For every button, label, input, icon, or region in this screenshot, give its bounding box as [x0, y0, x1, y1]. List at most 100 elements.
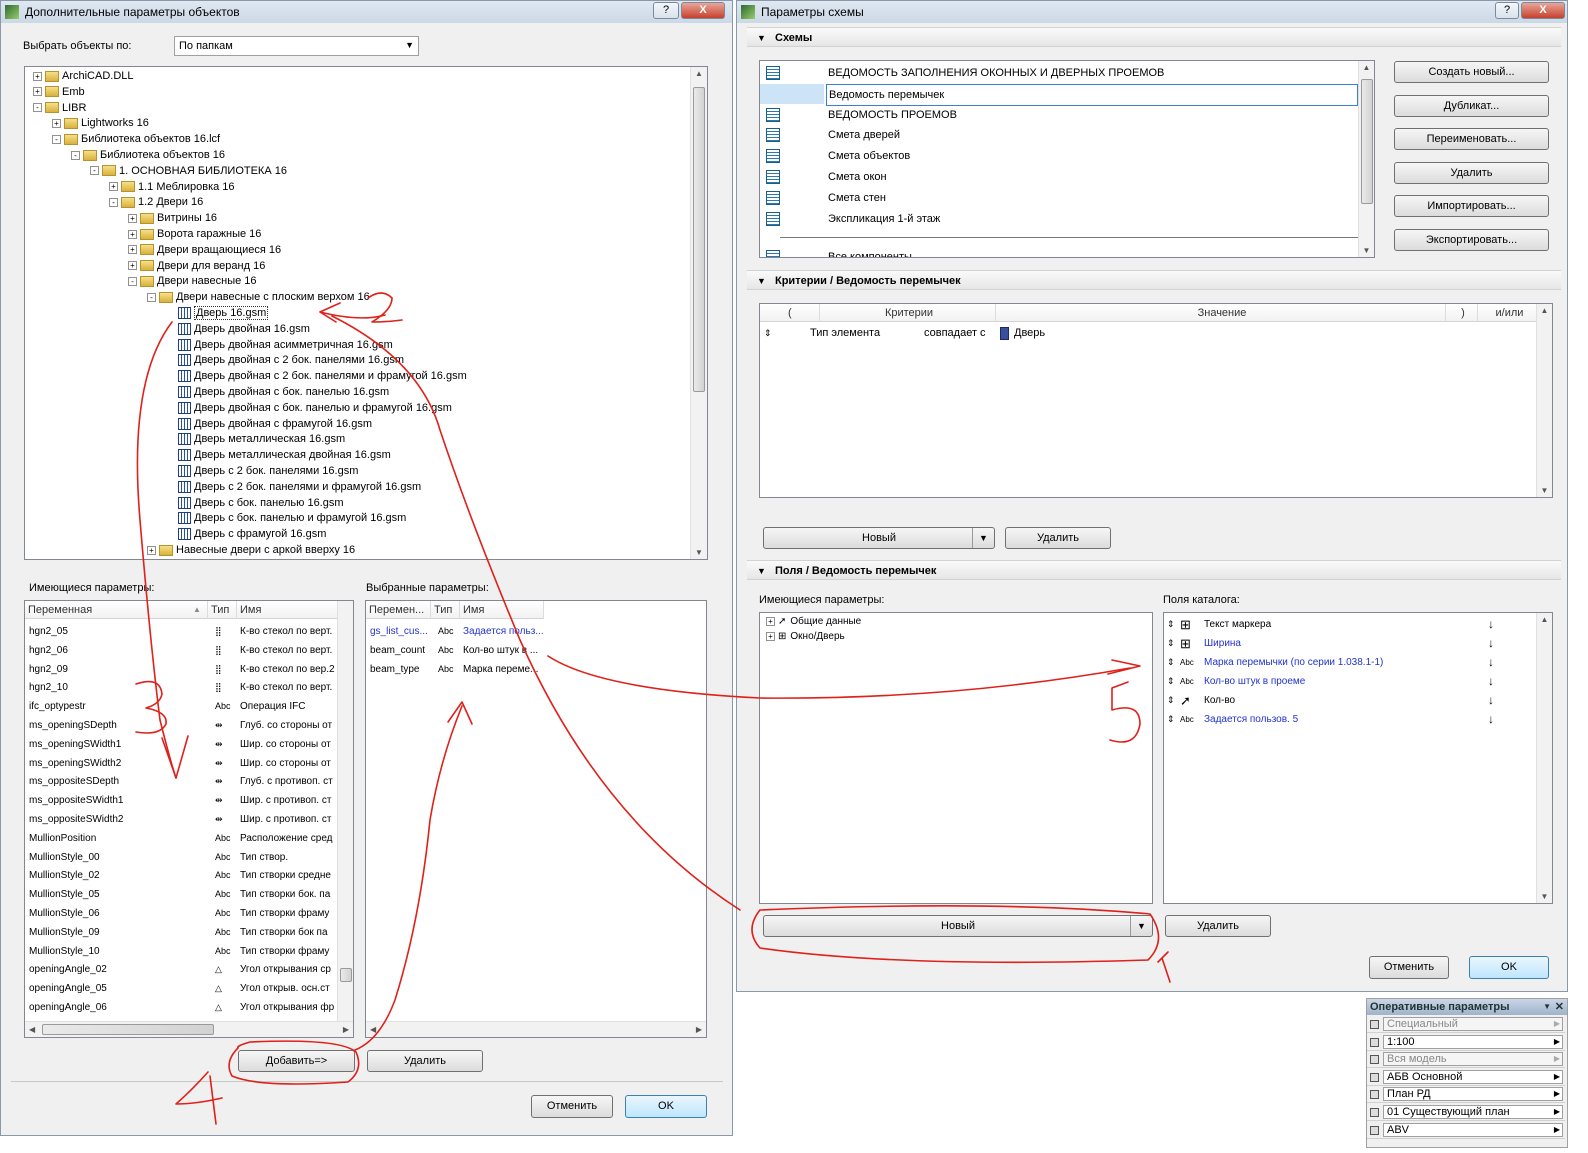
param-row[interactable]: MullionStyle_05 Abc Тип створки бок. па [25, 885, 338, 904]
catalog-fields-list[interactable]: ⇕ ⊞ Текст маркера ↓ ⇕ ⊞ Ширина ↓ ⇕ Abc Марка перем… [1163, 612, 1553, 904]
quick-option-field[interactable]: АБВ Основной ▶ [1383, 1069, 1563, 1084]
selected-param-row[interactable]: gs_list_cus... Abc Задается польз... [366, 622, 544, 641]
catalog-field-row[interactable]: ⇕ Abc Кол-во штук в проеме ↓ [1164, 672, 1536, 691]
duplicate-button[interactable]: Дубликат... [1394, 94, 1549, 117]
fields-tree-row[interactable]: + ➚ Общие данные [766, 614, 861, 629]
collapse-triangle-icon[interactable]: ▼ [757, 561, 766, 581]
selected-params-list[interactable]: Перемен... Тип Имя gs_list_cus... Abc Зада… [365, 600, 707, 1038]
scheme-row[interactable]: Ведомость перемычек [760, 83, 1358, 106]
param-row[interactable]: ms_openingSWidth2 ⇹ Шир. со стороны от [25, 754, 338, 773]
library-tree[interactable]: + ArchiCAD.DLL + Emb - LIBR + Lightworks 16- Биб… [24, 66, 708, 560]
tree-row[interactable]: Дверь с бок. панелью и фрамугой 16.gsm [166, 510, 406, 526]
scroll-down-icon[interactable]: ▼ [1359, 246, 1374, 255]
scheme-row[interactable]: Экспликация 1-й этаж [760, 209, 1358, 229]
col-type[interactable]: Тип [431, 601, 460, 619]
param-row[interactable]: hgn2_10 ⣿ К-во стекол по верт. [25, 678, 338, 697]
drag-handle-icon[interactable]: ⇕ [1167, 691, 1175, 710]
remove-selected-button[interactable]: Удалить [367, 1050, 483, 1072]
help-button[interactable]: ? [653, 2, 679, 19]
delete-scheme-button[interactable]: Удалить [1394, 161, 1549, 184]
tree-row[interactable]: +1.1 Меблировка 16 [109, 179, 235, 195]
quick-option-field[interactable]: 01 Существующий план ▶ [1383, 1105, 1563, 1119]
chevron-down-icon[interactable]: ▼ [972, 528, 994, 548]
sort-down-icon[interactable]: ↓ [1488, 710, 1494, 729]
schemes-scroll-thumb[interactable] [1361, 79, 1373, 204]
tree-scroll-thumb[interactable] [693, 87, 705, 392]
tree-row[interactable]: + Двери для веранд 16 [128, 258, 265, 274]
criteria-section-header[interactable]: ▼ Критерии / Ведомость перемычек [747, 270, 1561, 290]
fields-tree-row[interactable]: + ⊞ Окно/Дверь [766, 629, 845, 644]
quick-option-row[interactable]: Вся модель ▶ [1367, 1051, 1565, 1069]
expand-icon[interactable]: + [128, 229, 137, 239]
chevron-right-icon[interactable]: ▶ [1554, 1071, 1560, 1083]
chevron-right-icon[interactable]: ▶ [1554, 1036, 1560, 1048]
tree-row[interactable]: + Emb [33, 84, 85, 100]
param-row[interactable]: hgn2_09 ⣿ К-во стекол по вер.2 [25, 660, 338, 679]
help-button[interactable]: ? [1495, 2, 1519, 19]
tree-row[interactable]: Дверь двойная асимметричная 16.gsm [166, 337, 393, 353]
param-row[interactable]: ms_oppositeSWidth2 ⇹ Шир. с противоп. ст [25, 810, 338, 829]
scheme-row[interactable]: Смета окон [760, 167, 1358, 187]
tree-row[interactable]: Дверь двойная с бок. панелью 16.gsm [166, 384, 389, 400]
catalog-field-row[interactable]: ⇕ ⊞ Текст маркера ↓ [1164, 615, 1536, 634]
param-row[interactable]: ms_oppositeSDepth ⇹ Глуб. с противоп. ст [25, 772, 338, 791]
col-name[interactable]: Имя [460, 601, 544, 619]
expand-icon[interactable]: + [128, 245, 137, 255]
available-params-scrollbar[interactable] [337, 601, 353, 1021]
param-row[interactable]: openingAngle_02 △ Угол открывания ср [25, 960, 338, 979]
catalog-field-row[interactable]: ⇕ Abc Марка перемычки (по серии 1.038.1-1)… [1164, 653, 1536, 672]
collapse-icon[interactable]: - [109, 197, 118, 207]
collapse-icon[interactable]: - [147, 292, 156, 302]
chevron-right-icon[interactable]: ▶ [1554, 1106, 1560, 1118]
tree-row[interactable]: - Двери навесные с плоским верхом 16 [147, 289, 370, 305]
scroll-right-icon[interactable]: ▶ [696, 1025, 702, 1034]
criteria-new-button[interactable]: Новый ▼ [763, 527, 995, 549]
scroll-right-icon[interactable]: ▶ [343, 1025, 349, 1034]
catalog-field-row[interactable]: ⇕ Abc Задается пользов. 5 ↓ [1164, 710, 1536, 729]
expand-icon[interactable]: + [109, 182, 118, 192]
create-new-button[interactable]: Создать новый... [1394, 61, 1549, 83]
scroll-up-icon[interactable]: ▲ [691, 69, 707, 78]
tree-scrollbar[interactable]: ▲ ▼ [690, 67, 707, 559]
expand-icon[interactable]: + [33, 87, 42, 97]
param-row[interactable]: ifc_optypestr Abc Операция IFC [25, 697, 338, 716]
sort-down-icon[interactable]: ↓ [1488, 672, 1494, 691]
tree-row[interactable]: + Lightworks 16 [52, 115, 149, 131]
quick-option-row[interactable]: АБВ Основной ▶ [1367, 1069, 1565, 1086]
collapse-icon[interactable]: - [90, 166, 99, 176]
chevron-right-icon[interactable]: ▶ [1554, 1018, 1560, 1030]
tree-row[interactable]: - 1.2 Двери 16 [109, 194, 203, 210]
available-params-list[interactable]: Переменная ▲ Тип Имя hgn2_05 ⣿ К-во стекол… [24, 600, 354, 1038]
param-row[interactable]: openingAngle_05 △ Угол открыв. осн.ст [25, 979, 338, 998]
scheme-row[interactable]: ВЕДОМОСТЬ ЗАПОЛНЕНИЯ ОКОННЫХ И ДВЕРНЫХ П… [760, 63, 1358, 83]
quick-option-row[interactable]: ABV ▶ [1367, 1122, 1565, 1139]
tree-row[interactable]: Дверь с фрамугой 16.gsm [166, 526, 326, 542]
param-row[interactable]: hgn2_06 ⣿ К-во стекол по верт. [25, 641, 338, 660]
chevron-down-icon[interactable]: ▼ [1130, 916, 1152, 936]
scheme-row[interactable]: Смета дверей [760, 125, 1358, 145]
scroll-up-icon[interactable]: ▲ [1359, 63, 1374, 72]
schemes-scrollbar[interactable]: ▲ ▼ [1358, 61, 1374, 257]
collapse-icon[interactable]: - [128, 276, 137, 286]
drag-handle-icon[interactable]: ⇕ [764, 324, 772, 343]
collapse-triangle-icon[interactable]: ▼ [757, 271, 766, 291]
tree-row[interactable]: Дверь двойная 16.gsm [166, 321, 310, 337]
quick-option-row[interactable]: Специальный ▶ [1367, 1016, 1565, 1033]
col-variable[interactable]: Перемен... [366, 601, 431, 619]
criteria-row[interactable]: ⇕ Тип элемента совпадает с Дверь [760, 324, 1538, 343]
param-row[interactable]: MullionPosition Abc Расположение сред [25, 829, 338, 848]
quick-option-row[interactable]: План РД ▶ [1367, 1086, 1565, 1104]
tree-row[interactable]: Дверь с бок. панелью 16.gsm [166, 495, 344, 511]
scheme-row[interactable]: Все компоненты [760, 247, 1358, 257]
fields-new-button[interactable]: Новый ▼ [763, 915, 1153, 937]
close-button[interactable]: X [1521, 2, 1565, 19]
drag-handle-icon[interactable]: ⇕ [1167, 615, 1175, 634]
expand-icon[interactable]: + [128, 261, 137, 271]
select-by-dropdown[interactable]: По папкам ▼ [174, 36, 419, 56]
schemes-section-header[interactable]: ▼ Схемы [747, 27, 1561, 47]
rename-button[interactable]: Переименовать... [1394, 128, 1549, 150]
collapse-icon[interactable]: - [52, 134, 61, 144]
tree-row[interactable]: - Двери навесные 16 [128, 273, 257, 289]
available-hscroll-thumb[interactable] [42, 1024, 214, 1035]
col-variable[interactable]: Переменная [25, 601, 208, 619]
